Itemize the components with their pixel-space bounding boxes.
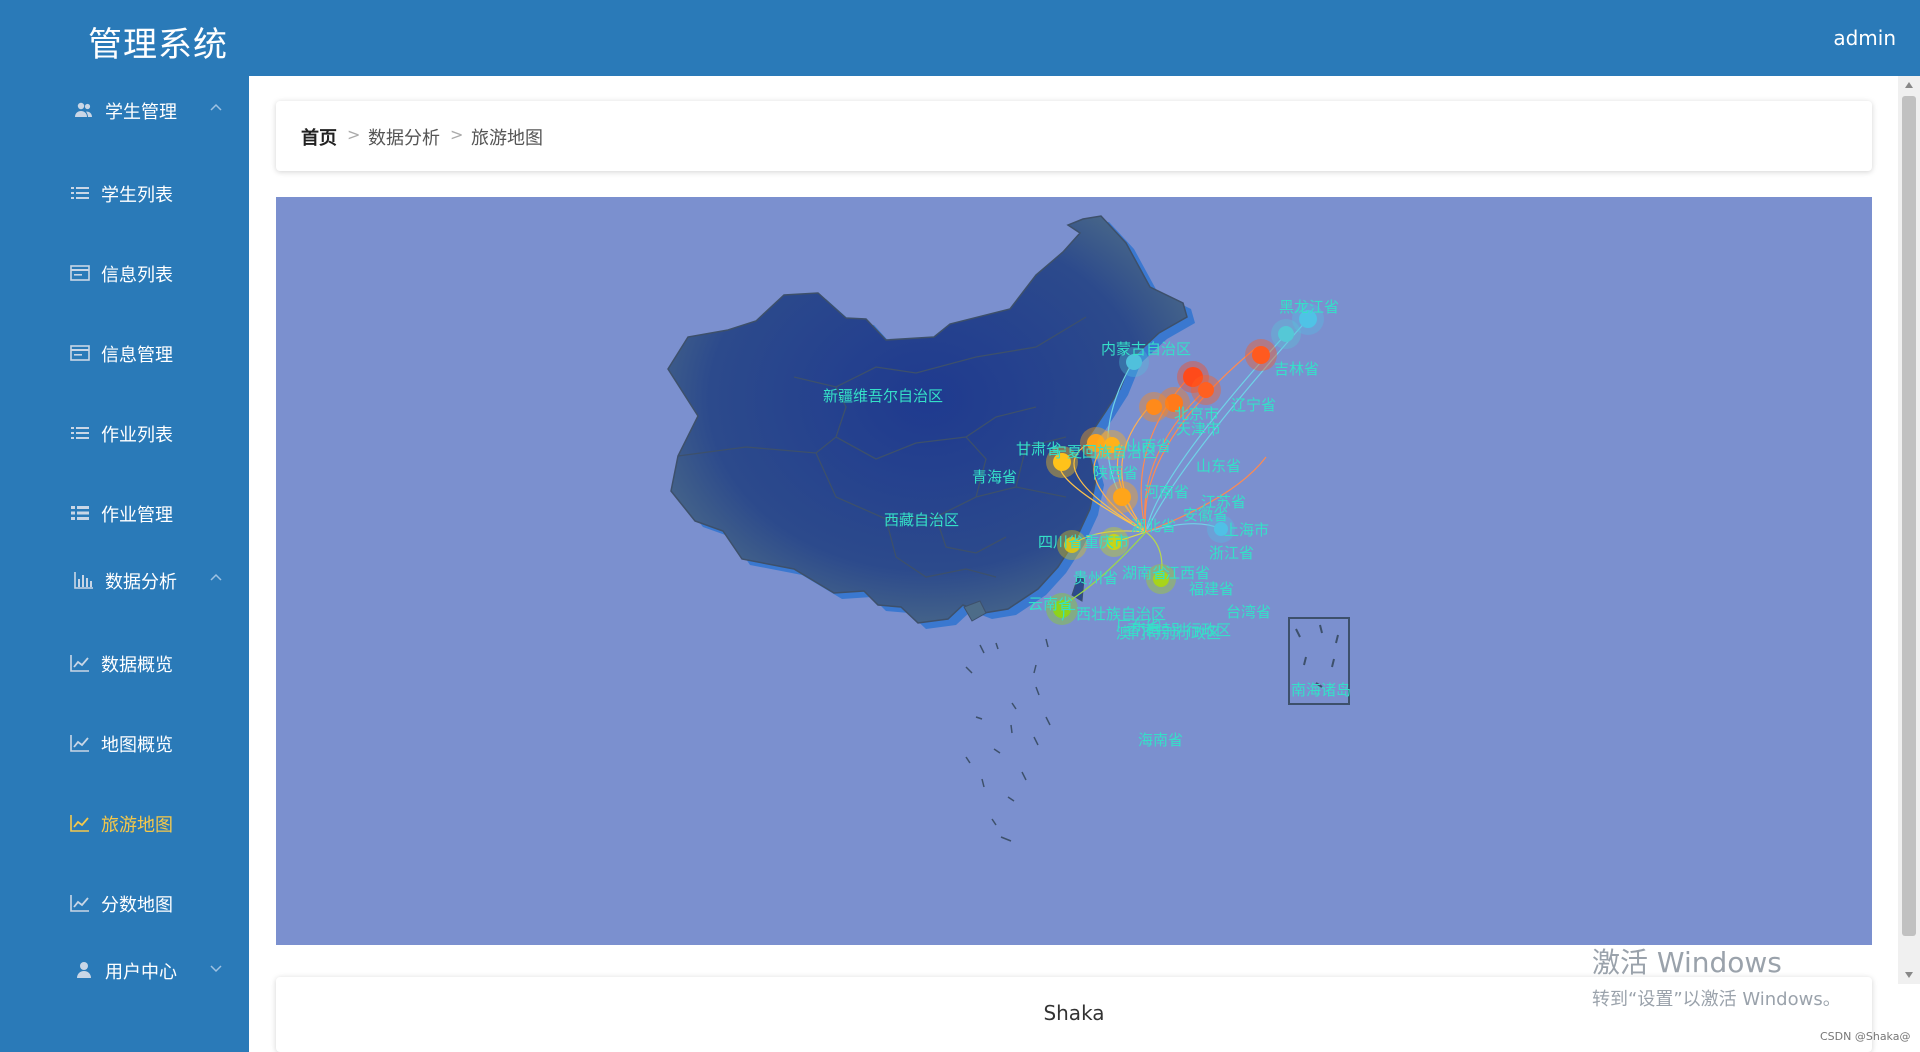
nanhai-inset-dashes xyxy=(1295,624,1339,688)
sidebar-item-score-map[interactable]: 分数地图 xyxy=(0,883,249,923)
sidebar-item-label: 旅游地图 xyxy=(101,815,173,836)
grid-list-icon xyxy=(71,506,89,520)
sidebar-item-label: 用户中心 xyxy=(105,962,177,983)
sidebar-item-map-overview[interactable]: 地图概览 xyxy=(0,723,249,763)
bar-chart-icon xyxy=(74,572,93,589)
scroll-down-arrow-icon[interactable] xyxy=(1905,972,1913,978)
label-guizhou: 贵州省 xyxy=(1073,569,1118,587)
sidebar-item-label: 数据分析 xyxy=(105,572,177,593)
label-qinghai: 青海省 xyxy=(972,468,1017,486)
breadcrumb-separator-icon: > xyxy=(450,125,464,144)
breadcrumb: 首页 > 数据分析 > 旅游地图 xyxy=(276,101,1872,171)
scatter-point xyxy=(1113,488,1131,506)
breadcrumb-current: 旅游地图 xyxy=(471,128,543,149)
app-title: 管理系统 xyxy=(88,25,228,65)
card-icon xyxy=(70,345,90,361)
label-hainan: 海南省 xyxy=(1138,731,1183,749)
label-shanxi: 山西省 xyxy=(1126,437,1171,455)
label-liaoning: 辽宁省 xyxy=(1231,396,1276,414)
breadcrumb-section[interactable]: 数据分析 xyxy=(368,124,440,150)
scatter-point xyxy=(1198,382,1214,398)
watermark-line1: 激活 Windows xyxy=(1592,946,1782,979)
user-icon xyxy=(77,962,91,978)
sidebar: 学生管理 学生列表 信息列表 信息管理 作业列表 作业管理 数据分析 数据概览 … xyxy=(0,76,249,1052)
china-map[interactable]: 黑龙江省 内蒙古自治区 吉林省 辽宁省 新疆维吾尔自治区 北京市 天津市 甘肃省… xyxy=(276,197,1872,945)
label-macau: 澳门特别行政区 xyxy=(1116,624,1221,642)
sidebar-group-student-management[interactable]: 学生管理 xyxy=(0,90,249,130)
scatter-point xyxy=(1146,399,1162,415)
csdn-credit: CSDN @Shaka@ xyxy=(1820,1030,1911,1043)
label-jilin: 吉林省 xyxy=(1274,360,1319,378)
label-heilongjiang: 黑龙江省 xyxy=(1279,298,1339,316)
sidebar-item-student-list[interactable]: 学生列表 xyxy=(0,173,249,213)
label-chongqing: 重庆市 xyxy=(1084,533,1129,551)
sidebar-item-label: 分数地图 xyxy=(101,895,173,916)
sidebar-item-label: 数据概览 xyxy=(101,655,173,676)
sidebar-item-label: 作业列表 xyxy=(101,425,173,446)
label-xinjiang: 新疆维吾尔自治区 xyxy=(823,387,943,405)
label-shandong: 山东省 xyxy=(1196,457,1241,475)
chevron-down-icon xyxy=(210,965,222,973)
vertical-scrollbar[interactable] xyxy=(1898,76,1920,984)
line-chart-icon xyxy=(70,655,89,672)
label-zhejiang: 浙江省 xyxy=(1209,544,1254,562)
label-neimenggu: 内蒙古自治区 xyxy=(1101,340,1191,358)
sidebar-item-data-overview[interactable]: 数据概览 xyxy=(0,643,249,683)
travel-map-chart[interactable]: 黑龙江省 内蒙古自治区 吉林省 辽宁省 新疆维吾尔自治区 北京市 天津市 甘肃省… xyxy=(276,197,1872,945)
label-anhui: 安徽省 xyxy=(1183,506,1228,524)
sidebar-item-label: 作业管理 xyxy=(101,505,173,526)
list-icon xyxy=(71,427,89,439)
label-shaanxi: 陕西省 xyxy=(1093,464,1138,482)
scroll-thumb[interactable] xyxy=(1902,96,1916,936)
sidebar-item-label: 学生管理 xyxy=(105,102,177,123)
label-sichuan: 四川省 xyxy=(1038,533,1083,551)
sidebar-item-label: 信息列表 xyxy=(101,265,173,286)
sidebar-item-label: 学生列表 xyxy=(101,185,173,206)
sidebar-item-info-management[interactable]: 信息管理 xyxy=(0,333,249,373)
breadcrumb-separator-icon: > xyxy=(347,125,361,144)
list-icon xyxy=(71,187,89,199)
label-shanghai: 上海市 xyxy=(1224,521,1269,539)
windows-activation-watermark: 激活 Windows 转到“设置”以激活 Windows。 xyxy=(1592,941,1841,1011)
label-nanhai: 南海诸岛 xyxy=(1291,681,1351,699)
sidebar-group-data-analysis[interactable]: 数据分析 xyxy=(0,560,249,600)
scatter-point xyxy=(1278,326,1294,342)
sidebar-group-user-center[interactable]: 用户中心 xyxy=(0,950,249,990)
line-chart-icon xyxy=(70,895,89,912)
sidebar-item-label: 信息管理 xyxy=(101,345,173,366)
scroll-up-arrow-icon[interactable] xyxy=(1905,82,1913,88)
scatter-point xyxy=(1252,346,1270,364)
top-header: 管理系统 admin xyxy=(0,0,1920,76)
breadcrumb-home[interactable]: 首页 xyxy=(301,124,337,150)
user-menu[interactable]: admin xyxy=(1833,26,1896,50)
label-taiwan: 台湾省 xyxy=(1226,603,1271,621)
watermark-line2: 转到“设置”以激活 Windows。 xyxy=(1592,989,1841,1010)
card-icon xyxy=(70,265,90,281)
label-fujian: 福建省 xyxy=(1189,580,1234,598)
line-chart-icon xyxy=(70,815,89,832)
chevron-up-icon xyxy=(210,103,222,111)
label-hunan: 湖南省 xyxy=(1122,564,1167,582)
sidebar-item-homework-management[interactable]: 作业管理 xyxy=(0,493,249,533)
users-icon xyxy=(75,102,92,117)
line-chart-icon xyxy=(70,735,89,752)
label-henan: 河南省 xyxy=(1144,483,1189,501)
label-xizang: 西藏自治区 xyxy=(884,511,959,529)
chevron-up-icon xyxy=(210,573,222,581)
sidebar-item-label: 地图概览 xyxy=(101,735,173,756)
label-hubei: 湖北省 xyxy=(1131,517,1176,535)
sidebar-item-homework-list[interactable]: 作业列表 xyxy=(0,413,249,453)
label-tianjin: 天津市 xyxy=(1176,420,1221,438)
sidebar-item-info-list[interactable]: 信息列表 xyxy=(0,253,249,293)
sidebar-item-travel-map[interactable]: 旅游地图 xyxy=(0,803,249,843)
south-china-sea-islands xyxy=(965,638,1051,842)
